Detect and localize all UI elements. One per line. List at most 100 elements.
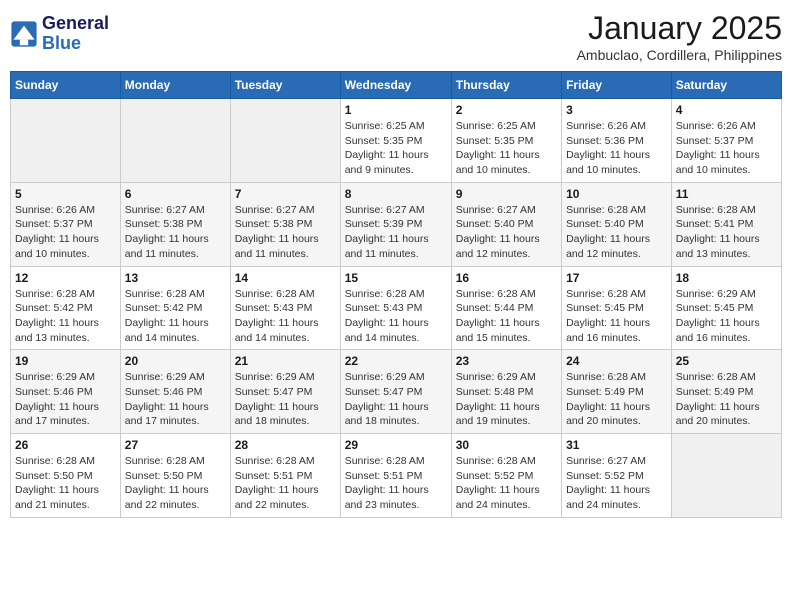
calendar-cell: 25 Sunrise: 6:28 AMSunset: 5:49 PMDayligh…	[671, 350, 781, 434]
calendar-cell: 31 Sunrise: 6:27 AMSunset: 5:52 PMDayligh…	[562, 434, 672, 518]
day-info: Sunrise: 6:28 AMSunset: 5:42 PMDaylight:…	[15, 287, 116, 346]
day-number: 5	[15, 187, 116, 201]
day-number: 26	[15, 438, 116, 452]
day-number: 10	[566, 187, 667, 201]
day-number: 27	[125, 438, 226, 452]
day-number: 13	[125, 271, 226, 285]
day-info: Sunrise: 6:27 AMSunset: 5:40 PMDaylight:…	[456, 203, 557, 262]
calendar-cell: 14 Sunrise: 6:28 AMSunset: 5:43 PMDayligh…	[230, 266, 340, 350]
weekday-header: Saturday	[671, 72, 781, 99]
calendar-cell: 7 Sunrise: 6:27 AMSunset: 5:38 PMDaylight…	[230, 182, 340, 266]
calendar-week-row: 19Sunrise: 6:29 AMSunset: 5:46 PMDayligh…	[11, 350, 782, 434]
calendar-cell: 9 Sunrise: 6:27 AMSunset: 5:40 PMDaylight…	[451, 182, 561, 266]
day-number: 30	[456, 438, 557, 452]
day-info: Sunrise: 6:28 AMSunset: 5:50 PMDaylight:…	[15, 454, 116, 513]
calendar-cell: 19Sunrise: 6:29 AMSunset: 5:46 PMDayligh…	[11, 350, 121, 434]
day-number: 8	[345, 187, 447, 201]
calendar-cell: 20Sunrise: 6:29 AMSunset: 5:46 PMDayligh…	[120, 350, 230, 434]
weekday-header: Sunday	[11, 72, 121, 99]
day-number: 12	[15, 271, 116, 285]
calendar-week-row: 5 Sunrise: 6:26 AMSunset: 5:37 PMDaylight…	[11, 182, 782, 266]
day-info: Sunrise: 6:28 AMSunset: 5:43 PMDaylight:…	[345, 287, 447, 346]
day-number: 7	[235, 187, 336, 201]
day-info: Sunrise: 6:28 AMSunset: 5:44 PMDaylight:…	[456, 287, 557, 346]
calendar-cell: 3 Sunrise: 6:26 AMSunset: 5:36 PMDaylight…	[562, 99, 672, 183]
weekday-header: Monday	[120, 72, 230, 99]
day-number: 3	[566, 103, 667, 117]
calendar-cell: 5 Sunrise: 6:26 AMSunset: 5:37 PMDaylight…	[11, 182, 121, 266]
day-number: 25	[676, 354, 777, 368]
day-number: 21	[235, 354, 336, 368]
day-number: 17	[566, 271, 667, 285]
day-info: Sunrise: 6:29 AMSunset: 5:45 PMDaylight:…	[676, 287, 777, 346]
weekday-header: Wednesday	[340, 72, 451, 99]
day-info: Sunrise: 6:29 AMSunset: 5:48 PMDaylight:…	[456, 370, 557, 429]
day-number: 24	[566, 354, 667, 368]
day-number: 15	[345, 271, 447, 285]
day-info: Sunrise: 6:28 AMSunset: 5:41 PMDaylight:…	[676, 203, 777, 262]
day-info: Sunrise: 6:28 AMSunset: 5:42 PMDaylight:…	[125, 287, 226, 346]
calendar-cell: 29Sunrise: 6:28 AMSunset: 5:51 PMDayligh…	[340, 434, 451, 518]
calendar-cell: 16 Sunrise: 6:28 AMSunset: 5:44 PMDayligh…	[451, 266, 561, 350]
calendar-week-row: 12 Sunrise: 6:28 AMSunset: 5:42 PMDayligh…	[11, 266, 782, 350]
day-info: Sunrise: 6:29 AMSunset: 5:46 PMDaylight:…	[15, 370, 116, 429]
title-area: January 2025 Ambuclao, Cordillera, Phili…	[577, 10, 782, 63]
day-info: Sunrise: 6:28 AMSunset: 5:45 PMDaylight:…	[566, 287, 667, 346]
day-number: 9	[456, 187, 557, 201]
day-info: Sunrise: 6:26 AMSunset: 5:37 PMDaylight:…	[15, 203, 116, 262]
day-info: Sunrise: 6:27 AMSunset: 5:38 PMDaylight:…	[125, 203, 226, 262]
day-info: Sunrise: 6:28 AMSunset: 5:40 PMDaylight:…	[566, 203, 667, 262]
calendar-cell	[671, 434, 781, 518]
day-number: 28	[235, 438, 336, 452]
weekday-header: Tuesday	[230, 72, 340, 99]
calendar-cell: 26 Sunrise: 6:28 AMSunset: 5:50 PMDayligh…	[11, 434, 121, 518]
page-header: GeneralBlue January 2025 Ambuclao, Cordi…	[10, 10, 782, 63]
calendar-cell: 12 Sunrise: 6:28 AMSunset: 5:42 PMDayligh…	[11, 266, 121, 350]
day-number: 22	[345, 354, 447, 368]
calendar-subtitle: Ambuclao, Cordillera, Philippines	[577, 47, 782, 63]
calendar-cell: 13 Sunrise: 6:28 AMSunset: 5:42 PMDayligh…	[120, 266, 230, 350]
day-info: Sunrise: 6:27 AMSunset: 5:52 PMDaylight:…	[566, 454, 667, 513]
day-info: Sunrise: 6:25 AMSunset: 5:35 PMDaylight:…	[345, 119, 447, 178]
calendar-cell	[230, 99, 340, 183]
calendar-cell: 24Sunrise: 6:28 AMSunset: 5:49 PMDayligh…	[562, 350, 672, 434]
calendar-cell: 4 Sunrise: 6:26 AMSunset: 5:37 PMDaylight…	[671, 99, 781, 183]
calendar-cell: 2 Sunrise: 6:25 AMSunset: 5:35 PMDaylight…	[451, 99, 561, 183]
logo-icon	[10, 20, 38, 48]
day-info: Sunrise: 6:28 AMSunset: 5:50 PMDaylight:…	[125, 454, 226, 513]
calendar-cell	[120, 99, 230, 183]
calendar-table: SundayMondayTuesdayWednesdayThursdayFrid…	[10, 71, 782, 518]
day-info: Sunrise: 6:28 AMSunset: 5:49 PMDaylight:…	[676, 370, 777, 429]
calendar-cell: 30 Sunrise: 6:28 AMSunset: 5:52 PMDayligh…	[451, 434, 561, 518]
calendar-cell: 21Sunrise: 6:29 AMSunset: 5:47 PMDayligh…	[230, 350, 340, 434]
calendar-cell	[11, 99, 121, 183]
calendar-cell: 11Sunrise: 6:28 AMSunset: 5:41 PMDayligh…	[671, 182, 781, 266]
day-number: 20	[125, 354, 226, 368]
day-number: 23	[456, 354, 557, 368]
calendar-cell: 17 Sunrise: 6:28 AMSunset: 5:45 PMDayligh…	[562, 266, 672, 350]
day-info: Sunrise: 6:26 AMSunset: 5:37 PMDaylight:…	[676, 119, 777, 178]
day-info: Sunrise: 6:26 AMSunset: 5:36 PMDaylight:…	[566, 119, 667, 178]
day-info: Sunrise: 6:28 AMSunset: 5:52 PMDaylight:…	[456, 454, 557, 513]
calendar-cell: 8 Sunrise: 6:27 AMSunset: 5:39 PMDaylight…	[340, 182, 451, 266]
logo-text: GeneralBlue	[42, 14, 109, 54]
day-number: 2	[456, 103, 557, 117]
day-info: Sunrise: 6:28 AMSunset: 5:51 PMDaylight:…	[235, 454, 336, 513]
day-info: Sunrise: 6:25 AMSunset: 5:35 PMDaylight:…	[456, 119, 557, 178]
day-number: 16	[456, 271, 557, 285]
logo: GeneralBlue	[10, 14, 109, 54]
calendar-cell: 27 Sunrise: 6:28 AMSunset: 5:50 PMDayligh…	[120, 434, 230, 518]
day-info: Sunrise: 6:27 AMSunset: 5:39 PMDaylight:…	[345, 203, 447, 262]
weekday-header: Thursday	[451, 72, 561, 99]
day-info: Sunrise: 6:28 AMSunset: 5:43 PMDaylight:…	[235, 287, 336, 346]
day-number: 1	[345, 103, 447, 117]
calendar-cell: 6Sunrise: 6:27 AMSunset: 5:38 PMDaylight…	[120, 182, 230, 266]
day-number: 18	[676, 271, 777, 285]
weekday-header-row: SundayMondayTuesdayWednesdayThursdayFrid…	[11, 72, 782, 99]
calendar-cell: 18 Sunrise: 6:29 AMSunset: 5:45 PMDayligh…	[671, 266, 781, 350]
day-number: 4	[676, 103, 777, 117]
day-info: Sunrise: 6:27 AMSunset: 5:38 PMDaylight:…	[235, 203, 336, 262]
day-number: 14	[235, 271, 336, 285]
day-number: 31	[566, 438, 667, 452]
calendar-cell: 23 Sunrise: 6:29 AMSunset: 5:48 PMDayligh…	[451, 350, 561, 434]
